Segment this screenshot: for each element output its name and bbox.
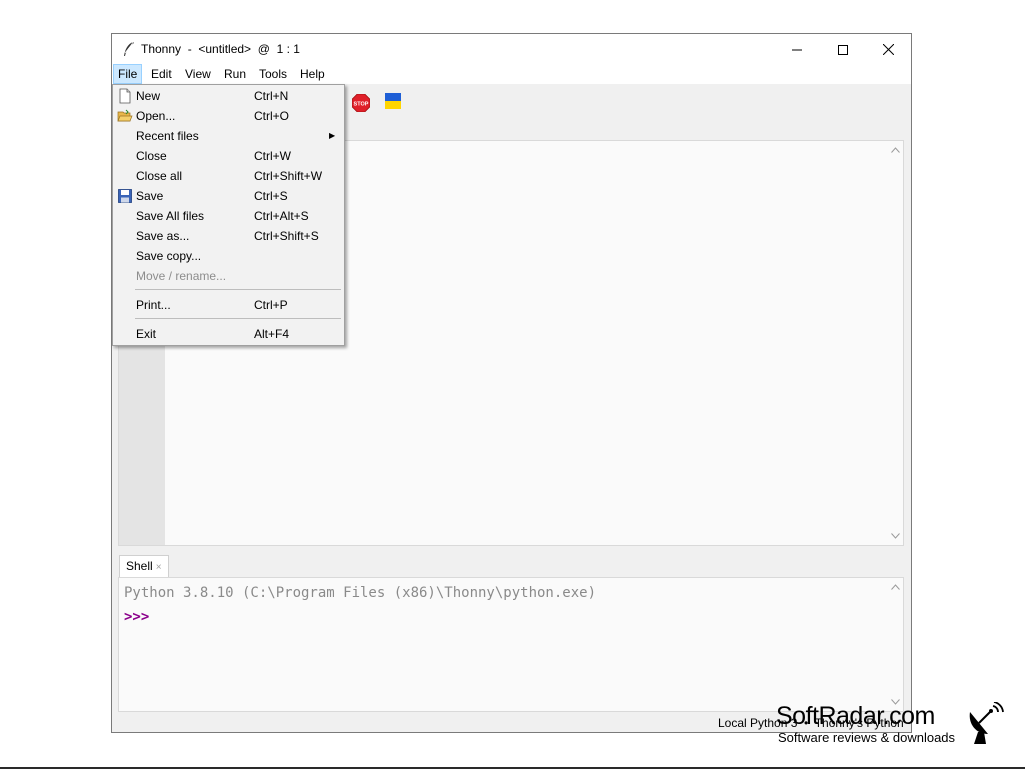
- menu-item-exit[interactable]: Exit Alt+F4: [113, 324, 344, 344]
- open-folder-icon: [117, 109, 133, 122]
- tab-shell[interactable]: Shell ×: [119, 555, 169, 577]
- menu-edit[interactable]: Edit: [147, 65, 176, 83]
- tab-close-icon[interactable]: ×: [156, 562, 162, 573]
- menu-tools[interactable]: Tools: [255, 65, 291, 83]
- watermark-subtitle: Software reviews & downloads: [778, 730, 956, 745]
- shell-console[interactable]: Python 3.8.10 (C:\Program Files (x86)\Th…: [118, 577, 904, 712]
- maximize-button[interactable]: [820, 34, 866, 64]
- menu-item-save-as[interactable]: Save as... Ctrl+Shift+S: [113, 226, 344, 246]
- scroll-up-icon[interactable]: [887, 143, 903, 157]
- scroll-down-icon[interactable]: [887, 529, 903, 543]
- menu-item-move-rename: Move / rename...: [136, 269, 227, 283]
- maximize-icon: [838, 44, 848, 55]
- menu-item-save-all[interactable]: Save All files Ctrl+Alt+S: [113, 206, 344, 226]
- save-icon: [118, 189, 132, 203]
- menu-help[interactable]: Help: [296, 65, 329, 83]
- new-file-icon: [119, 88, 131, 104]
- shell-scrollbar[interactable]: [887, 578, 903, 711]
- satellite-dish-icon: [969, 702, 1004, 744]
- minimize-button[interactable]: [774, 34, 820, 64]
- menu-item-print[interactable]: Print... Ctrl+P: [113, 295, 344, 315]
- menu-bar: File Edit View Run Tools Help: [112, 64, 911, 84]
- menu-file[interactable]: File: [113, 64, 143, 84]
- thonny-feather-icon: [124, 41, 134, 56]
- file-menu-dropdown: New Ctrl+N Open... Ctrl+O Recent files ▶…: [112, 84, 345, 346]
- menu-item-new[interactable]: New Ctrl+N: [113, 86, 344, 106]
- menu-item-save[interactable]: Save Ctrl+S: [113, 186, 344, 206]
- close-button[interactable]: [865, 34, 911, 64]
- title-bar[interactable]: Thonny - <untitled> @ 1 : 1: [112, 34, 911, 64]
- menu-item-close-all[interactable]: Close all Ctrl+Shift+W: [113, 166, 344, 186]
- submenu-arrow-icon: ▶: [329, 131, 336, 140]
- softradar-watermark: SoftRadar.com Software reviews & downloa…: [776, 702, 1016, 748]
- editor-scrollbar[interactable]: [887, 141, 903, 545]
- menu-run[interactable]: Run: [220, 65, 250, 83]
- menu-item-open[interactable]: Open... Ctrl+O: [113, 106, 344, 126]
- menu-separator: [135, 289, 341, 290]
- shell-prompt: >>>: [124, 609, 150, 625]
- ukraine-flag-icon[interactable]: [385, 93, 401, 109]
- menu-item-recent-files[interactable]: Recent files ▶: [113, 126, 344, 146]
- shell-scroll-up-icon[interactable]: [887, 580, 903, 594]
- close-icon: [882, 43, 894, 56]
- shell-banner: Python 3.8.10 (C:\Program Files (x86)\Th…: [124, 585, 597, 601]
- minimize-icon: [792, 49, 802, 51]
- menu-separator: [135, 318, 341, 319]
- stop-icon[interactable]: STOP: [352, 94, 370, 112]
- tab-shell-label: Shell: [126, 559, 153, 573]
- window-title: Thonny - <untitled> @ 1 : 1: [141, 42, 300, 56]
- menu-item-close[interactable]: Close Ctrl+W: [113, 146, 344, 166]
- stop-icon-label: STOP: [354, 102, 369, 108]
- menu-item-save-copy[interactable]: Save copy...: [113, 246, 344, 266]
- watermark-title: SoftRadar.com: [776, 702, 935, 730]
- menu-view[interactable]: View: [181, 65, 215, 83]
